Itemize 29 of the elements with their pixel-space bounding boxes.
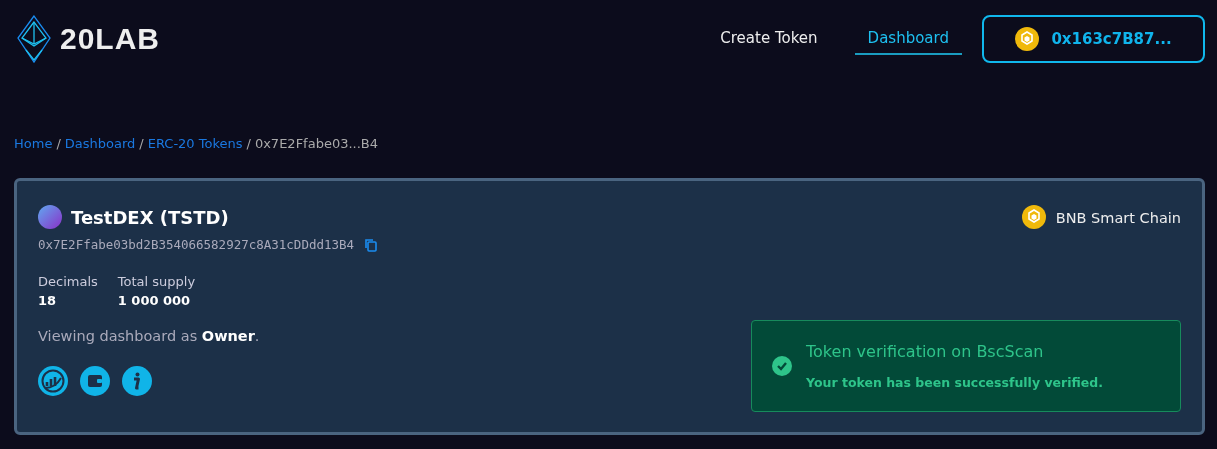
chart-icon[interactable] (38, 366, 68, 396)
alert-message: Your token has been successfully verified. (806, 375, 1103, 390)
token-address: 0x7E2Ffabe03bd2B354066582927c8A31cDDdd13B4 (38, 237, 355, 252)
wallet-icon[interactable] (80, 366, 110, 396)
token-avatar (38, 205, 62, 229)
stat-label: Decimals (38, 274, 98, 289)
breadcrumb-separator: / (246, 136, 251, 153)
logo-text: 20LAB (60, 22, 161, 56)
breadcrumb-separator: / (56, 136, 61, 153)
breadcrumb-separator: / (139, 136, 144, 153)
alert-title: Token verification on BscScan (806, 342, 1045, 361)
breadcrumb-link[interactable]: ERC-20 Tokens (147, 136, 243, 156)
token-name: TestDEX (TSTD) (71, 206, 229, 228)
breadcrumb-current: 0x7E2Ffabe03...B4 (254, 136, 379, 153)
stat-value: 1 000 000 (117, 293, 192, 308)
stat-label: Total supply (117, 274, 196, 289)
role-text: Viewing dashboard as Owner. (38, 328, 261, 344)
nav-link[interactable]: Create Token (707, 23, 831, 55)
copy-icon[interactable] (364, 237, 379, 252)
check-icon (772, 356, 792, 376)
breadcrumb-link[interactable]: Dashboard (64, 136, 136, 156)
wallet-button[interactable]: 0x163c7B87... (982, 15, 1205, 63)
coin-icon (1021, 205, 1048, 231)
network-name: BNB Smart Chain (1055, 210, 1181, 226)
nav-link[interactable]: Dashboard (854, 23, 962, 55)
breadcrumb-link[interactable]: Home (14, 136, 53, 156)
stat-value: 18 (38, 293, 58, 308)
coin-icon (1015, 27, 1040, 51)
info-icon[interactable] (122, 366, 152, 396)
